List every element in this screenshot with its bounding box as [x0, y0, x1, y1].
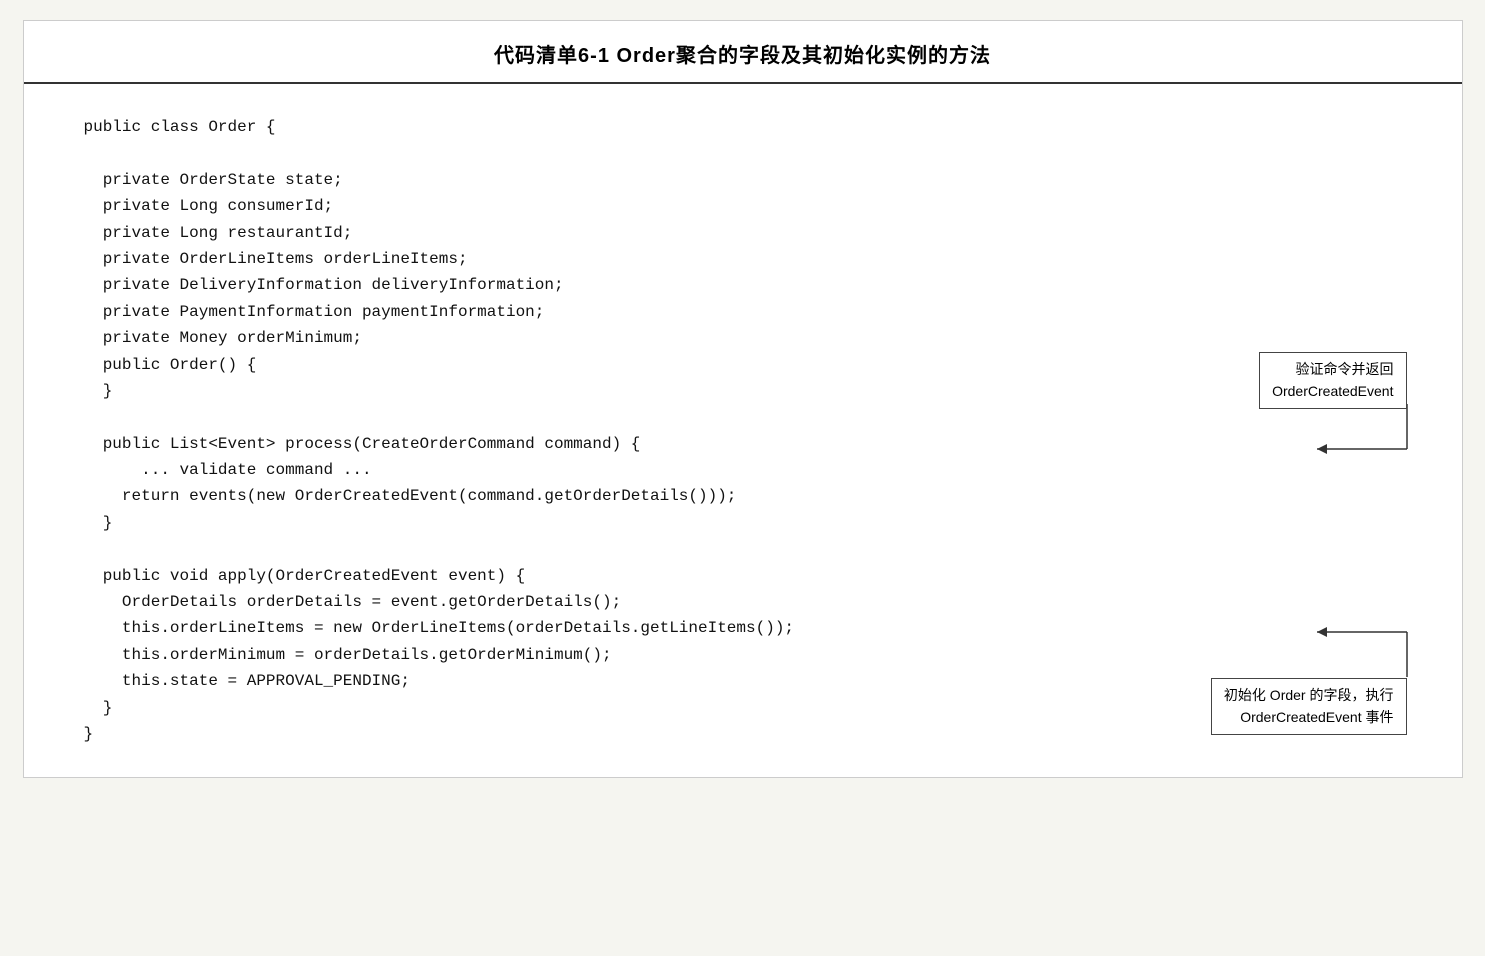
arrow-1 [1137, 404, 1407, 464]
arrow-2 [1137, 617, 1407, 677]
page-title: 代码清单6-1 Order聚合的字段及其初始化实例的方法 [24, 21, 1462, 84]
code-block: public class Order { private OrderState … [24, 84, 1462, 777]
annotation-box-1: 验证命令并返回 OrderCreatedEvent [1259, 352, 1406, 409]
annotation-box-2: 初始化 Order 的字段，执行 OrderCreatedEvent 事件 [1211, 678, 1407, 735]
page-container: 代码清单6-1 Order聚合的字段及其初始化实例的方法 public clas… [23, 20, 1463, 778]
